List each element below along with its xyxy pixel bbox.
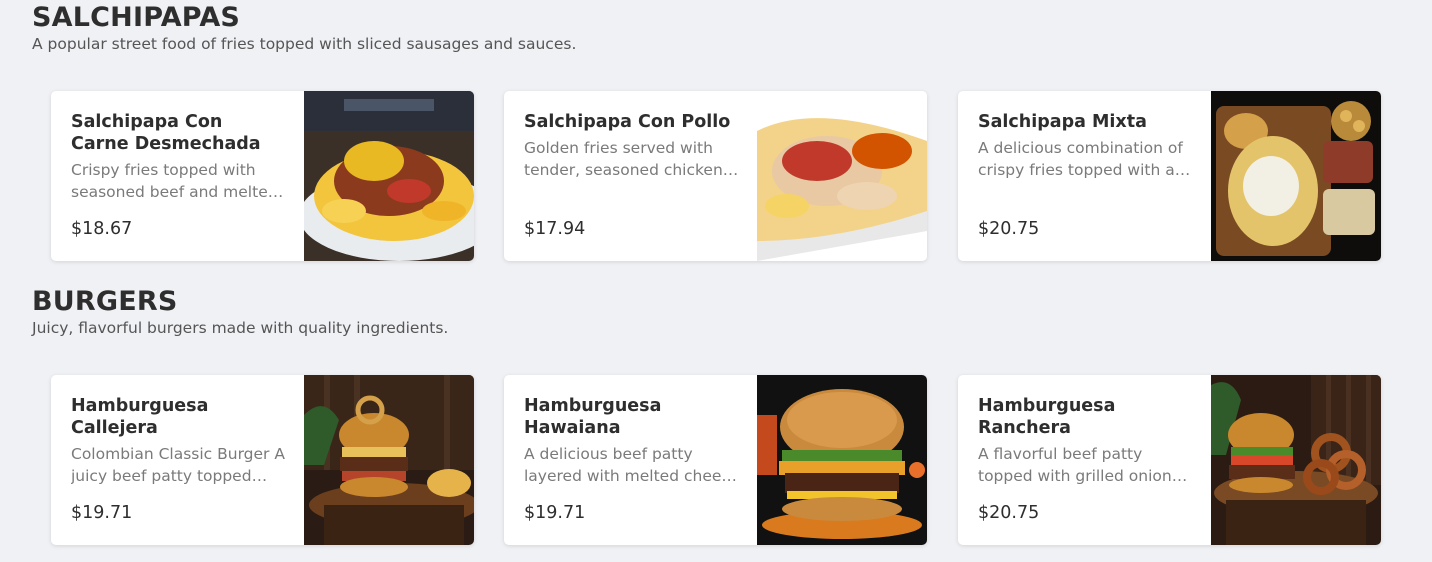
section-title: BURGERS (32, 286, 178, 317)
menu-item-card[interactable]: Hamburguesa Hawaiana A delicious beef pa… (504, 375, 927, 545)
item-name: Salchipapa Mixta (978, 112, 1147, 132)
item-price: $20.75 (978, 503, 1040, 523)
item-price: $19.71 (71, 503, 133, 523)
item-description: Golden fries served with tender, seasone… (524, 139, 723, 179)
item-name: Hamburguesa Ranchera (978, 396, 1116, 438)
hamburguesa-ranchera-photo (1211, 375, 1381, 545)
item-name: Salchipapa Con Pollo (524, 112, 731, 132)
menu-item-card[interactable]: Salchipapa Con Pollo Golden fries served… (504, 91, 927, 261)
item-description: Crispy fries topped with seasoned beef a… (71, 161, 278, 201)
item-name: Hamburguesa Hawaiana (524, 396, 662, 438)
hamburguesa-hawaiana-photo (757, 375, 927, 545)
item-description: Colombian Classic Burger A juicy beef pa… (71, 445, 285, 485)
section-title: SALCHIPAPAS (32, 2, 241, 33)
item-price: $20.75 (978, 219, 1040, 239)
item-price: $19.71 (524, 503, 586, 523)
item-price: $17.94 (524, 219, 586, 239)
menu-item-card[interactable]: Hamburguesa Ranchera A flavorful beef pa… (958, 375, 1381, 545)
section-description: A popular street food of fries topped wi… (32, 35, 577, 53)
item-price: $18.67 (71, 219, 133, 239)
menu-item-card[interactable]: Hamburguesa Callejera Colombian Classic … (51, 375, 474, 545)
salchipapa-carne-photo (304, 91, 474, 261)
salchipapa-pollo-photo (757, 91, 927, 261)
menu-item-card[interactable]: Salchipapa Mixta A delicious combination… (958, 91, 1381, 261)
item-description: A delicious combination of crispy fries … (978, 139, 1183, 179)
item-name: Salchipapa Con Carne Desmechada (71, 112, 261, 154)
section-description: Juicy, flavorful burgers made with quali… (32, 319, 449, 337)
item-description: A flavorful beef patty topped with grill… (978, 445, 1180, 485)
menu-item-card[interactable]: Salchipapa Con Carne Desmechada Crispy f… (51, 91, 474, 261)
item-name: Hamburguesa Callejera (71, 396, 209, 438)
hamburguesa-callejera-photo (304, 375, 474, 545)
menu-page: SALCHIPAPAS A popular street food of fri… (0, 0, 1432, 562)
item-description: A delicious beef patty layered with melt… (524, 445, 739, 485)
salchipapa-mixta-photo (1211, 91, 1381, 261)
